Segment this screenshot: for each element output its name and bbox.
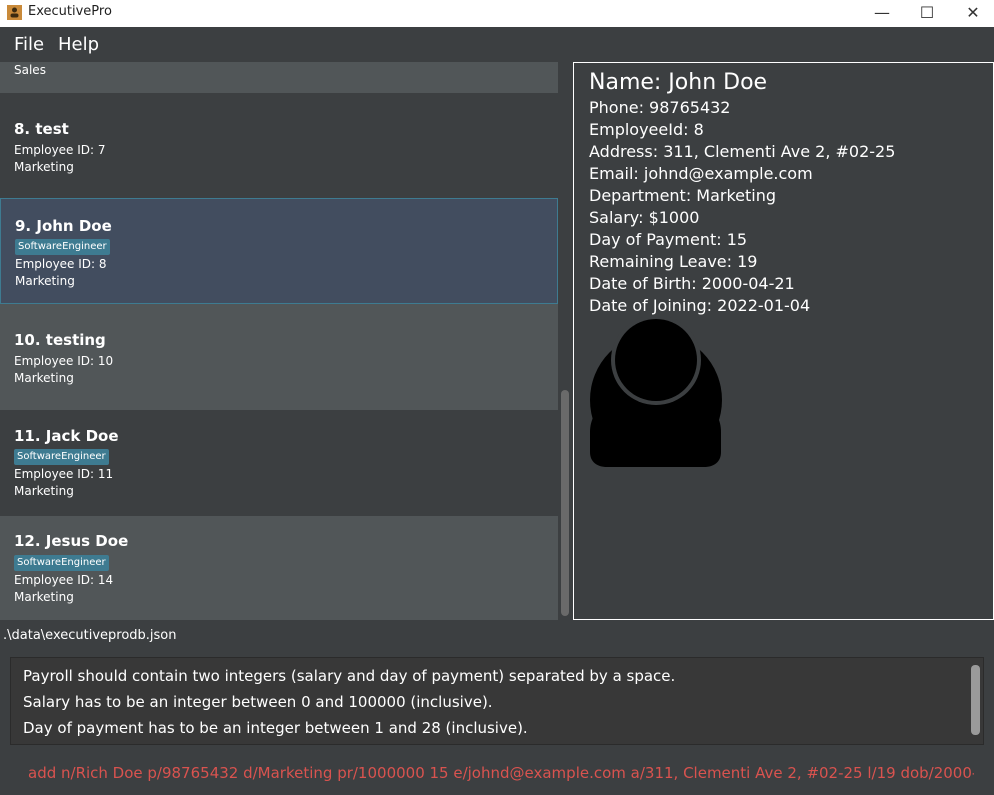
result-display[interactable]: Payroll should contain two integers (sal… [10, 657, 984, 745]
detail-department: Department: Marketing [589, 186, 777, 205]
menu-help[interactable]: Help [58, 34, 99, 55]
list-item[interactable]: 12. Jesus Doe SoftwareEngineer Employee … [0, 516, 558, 620]
detail-salary: Salary: $1000 [589, 208, 700, 227]
close-icon[interactable]: ✕ [950, 0, 994, 27]
maximize-icon[interactable]: ☐ [904, 0, 950, 27]
detail-date-of-joining: Date of Joining: 2022-01-04 [589, 296, 811, 315]
command-box [0, 749, 994, 795]
minimize-icon[interactable]: — [859, 0, 905, 27]
detail-remaining-leave: Remaining Leave: 19 [589, 252, 758, 271]
data-file-path: .\data\executiveprodb.json [3, 628, 177, 643]
employee-id: Employee ID: 14 [14, 573, 114, 587]
menu-bar: File Help [0, 27, 994, 62]
list-item-partial[interactable]: Sales [0, 62, 558, 93]
employee-department: Marketing [14, 371, 74, 385]
detail-employee-id: EmployeeId: 8 [589, 120, 704, 139]
detail-day-of-payment: Day of Payment: 15 [589, 230, 748, 249]
list-scrollbar[interactable] [558, 62, 572, 620]
employee-department: Marketing [14, 590, 74, 604]
employee-id: Employee ID: 10 [14, 354, 114, 368]
detail-name: Name: John Doe [589, 70, 768, 95]
list-item[interactable]: 10. testing Employee ID: 10 Marketing [0, 304, 558, 410]
employee-name: 8. test [14, 120, 69, 138]
result-scrollbar[interactable] [971, 665, 980, 735]
status-bar: .\data\executiveprodb.json [0, 620, 994, 650]
result-line: Salary has to be an integer between 0 an… [23, 693, 493, 711]
result-line: Day of payment has to be an integer betw… [23, 719, 528, 737]
list-scrollbar-thumb[interactable] [561, 390, 569, 616]
employee-department: Marketing [14, 484, 74, 498]
detail-phone: Phone: 98765432 [589, 98, 731, 117]
command-input[interactable] [18, 757, 984, 789]
detail-email: Email: johnd@example.com [589, 164, 813, 183]
employee-list[interactable]: Sales 8. test Employee ID: 7 Marketing 9… [0, 62, 558, 620]
employee-id: Employee ID: 8 [15, 257, 107, 271]
employee-name: 10. testing [14, 331, 106, 349]
employee-id: Employee ID: 11 [14, 467, 114, 481]
list-item[interactable]: 11. Jack Doe SoftwareEngineer Employee I… [0, 410, 558, 516]
title-bar: ExecutivePro — ☐ ✕ [0, 0, 994, 27]
list-item-selected[interactable]: 9. John Doe SoftwareEngineer Employee ID… [0, 198, 558, 304]
employee-id: Employee ID: 7 [14, 143, 106, 157]
avatar-icon [590, 317, 722, 467]
result-line: Payroll should contain two integers (sal… [23, 667, 676, 685]
list-item[interactable]: 8. test Employee ID: 7 Marketing [0, 93, 558, 198]
detail-address: Address: 311, Clementi Ave 2, #02-25 [589, 142, 896, 161]
tag-badge: SoftwareEngineer [15, 239, 110, 255]
tag-badge: SoftwareEngineer [14, 449, 109, 465]
employee-detail-panel: Name: John Doe Phone: 98765432 EmployeeI… [573, 62, 994, 620]
menu-file[interactable]: File [14, 34, 44, 55]
detail-date-of-birth: Date of Birth: 2000-04-21 [589, 274, 795, 293]
app-icon [7, 5, 22, 20]
tag-badge: SoftwareEngineer [14, 555, 109, 571]
employee-name: 12. Jesus Doe [14, 532, 129, 550]
window-title: ExecutivePro [28, 4, 112, 19]
employee-name: 9. John Doe [15, 217, 112, 235]
employee-department: Marketing [14, 160, 74, 174]
employee-name: 11. Jack Doe [14, 427, 119, 445]
employee-department: Marketing [15, 274, 75, 288]
result-display-container: Payroll should contain two integers (sal… [0, 650, 994, 749]
employee-department: Sales [14, 63, 46, 77]
